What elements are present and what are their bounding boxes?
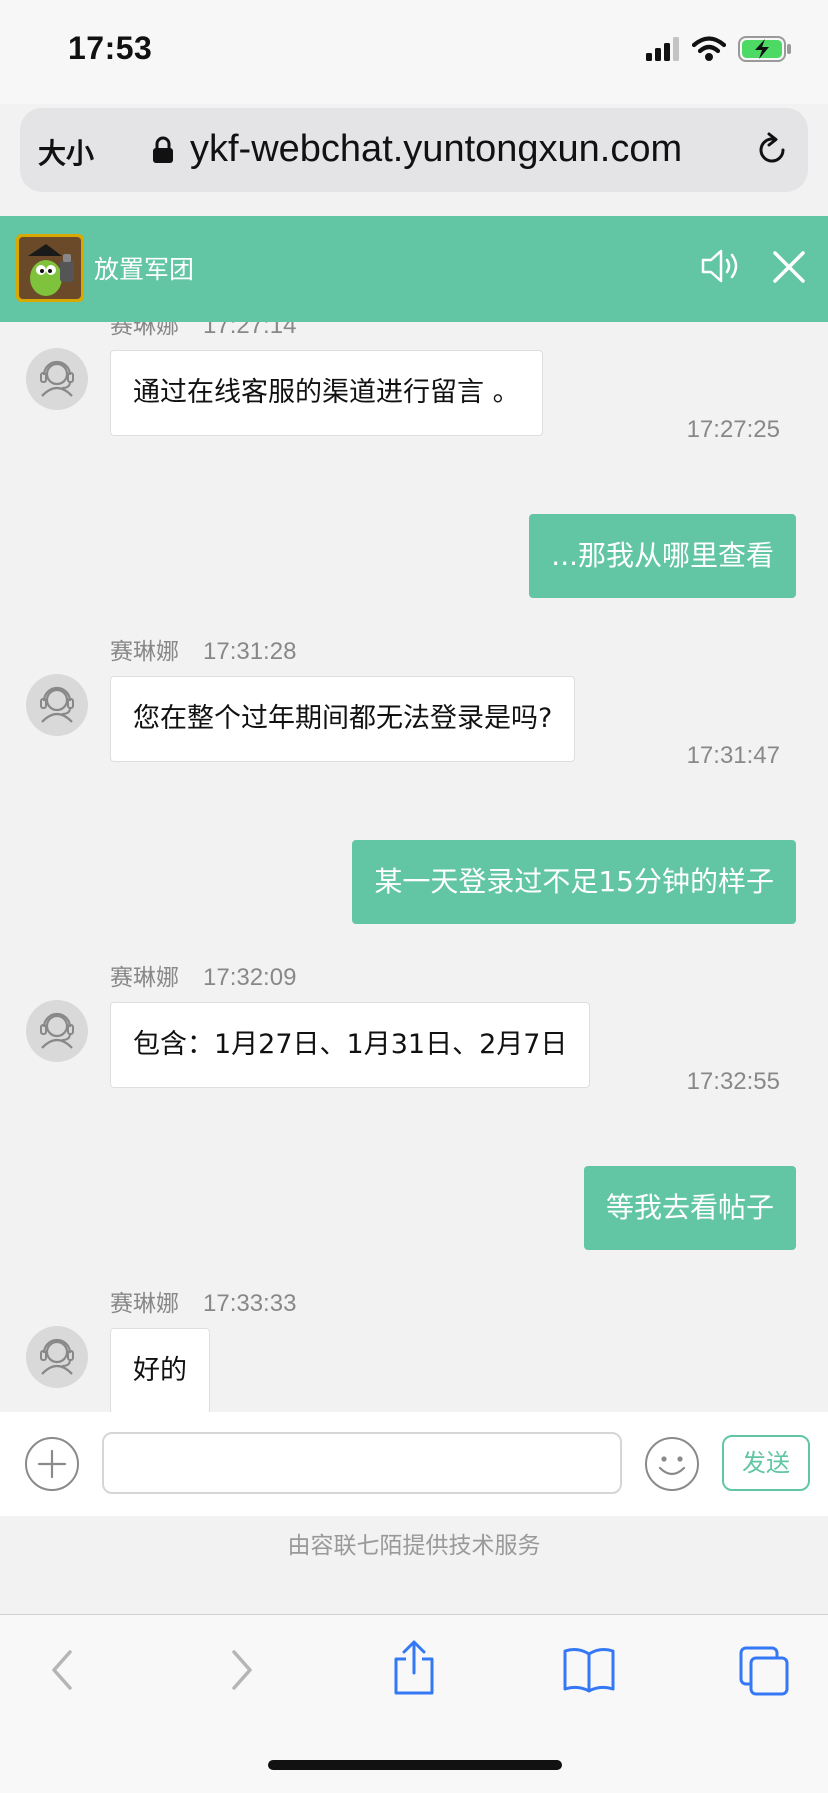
- message-input[interactable]: [102, 1432, 622, 1494]
- forward-icon[interactable]: [224, 1645, 260, 1699]
- agent-avatar: [26, 674, 88, 736]
- status-bar: 17:53: [0, 0, 828, 104]
- status-icons: [646, 36, 792, 66]
- game-logo: [16, 234, 84, 302]
- emoji-icon[interactable]: [644, 1436, 700, 1496]
- address-bar[interactable]: 大小 ykf-webchat.yuntongxun.com: [20, 108, 808, 192]
- speaker-icon[interactable]: [700, 246, 742, 290]
- tabs-icon[interactable]: [738, 1645, 790, 1701]
- agent-headset-icon: [40, 686, 74, 723]
- message-meta: 赛琳娜 17:31:28: [110, 632, 296, 666]
- lock-icon: [152, 136, 174, 168]
- message-time: 17:31:28: [203, 638, 297, 665]
- sender-name: 赛琳娜: [110, 322, 179, 339]
- user-message-bubble: 等我去看帖子: [583, 1166, 796, 1250]
- message-time: 17:27:14: [203, 322, 297, 339]
- powered-by-text: 由容联七陌提供技术服务: [0, 1516, 828, 1614]
- bookmarks-icon[interactable]: [562, 1645, 616, 1699]
- agent-headset-icon: [40, 1012, 74, 1049]
- agent-avatar: [26, 348, 88, 410]
- sender-name: 赛琳娜: [110, 1291, 179, 1317]
- text-size-button[interactable]: 大小: [38, 132, 94, 172]
- message-meta: 赛琳娜 17:27:14: [110, 322, 296, 340]
- wifi-icon: [691, 36, 727, 66]
- message-time: 17:33:33: [203, 1290, 297, 1317]
- status-time: 17:53: [68, 30, 153, 66]
- plus-icon[interactable]: [24, 1436, 80, 1496]
- send-button[interactable]: 发送: [722, 1435, 810, 1491]
- message-time: 17:27:25: [686, 416, 780, 443]
- agent-avatar: [26, 1326, 88, 1388]
- agent-message-bubble: 通过在线客服的渠道进行留言 。: [110, 350, 543, 436]
- sender-name: 赛琳娜: [110, 965, 179, 991]
- chat-title: 放置军团: [94, 255, 195, 284]
- user-message-bubble: 某一天登录过不足15分钟的样子: [352, 840, 796, 924]
- reload-icon[interactable]: [754, 132, 790, 172]
- user-message-bubble: ...那我从哪里查看: [529, 514, 796, 598]
- signal-icon: [646, 37, 680, 65]
- battery-icon: [738, 36, 792, 66]
- agent-headset-icon: [40, 1338, 74, 1375]
- message-input-bar: 发送: [0, 1412, 828, 1516]
- agent-message-bubble: 包含：1月27日、1月31日、2月7日: [110, 1002, 591, 1088]
- url-text[interactable]: ykf-webchat.yuntongxun.com: [190, 128, 682, 171]
- message-meta: 赛琳娜 17:32:09: [110, 958, 296, 992]
- sender-name: 赛琳娜: [110, 639, 179, 665]
- home-indicator[interactable]: [268, 1760, 562, 1770]
- agent-avatar: [26, 1000, 88, 1062]
- agent-headset-icon: [40, 360, 74, 397]
- close-icon[interactable]: [772, 250, 806, 288]
- message-time: 17:31:47: [686, 742, 780, 769]
- back-icon[interactable]: [44, 1645, 80, 1699]
- agent-message-bubble: 您在整个过年期间都无法登录是吗?: [110, 676, 576, 762]
- chat-header: 放置军团: [0, 216, 828, 322]
- message-time: 17:32:55: [686, 1068, 780, 1095]
- message-meta: 赛琳娜 17:33:33: [110, 1284, 296, 1318]
- agent-message-bubble: 好的: [110, 1328, 210, 1412]
- share-icon[interactable]: [390, 1639, 438, 1699]
- message-time: 17:32:09: [203, 964, 297, 991]
- chat-message-list[interactable]: 赛琳娜 17:27:14 通过在线客服的渠道进行留言 。 17:27:25 ...…: [0, 322, 828, 1412]
